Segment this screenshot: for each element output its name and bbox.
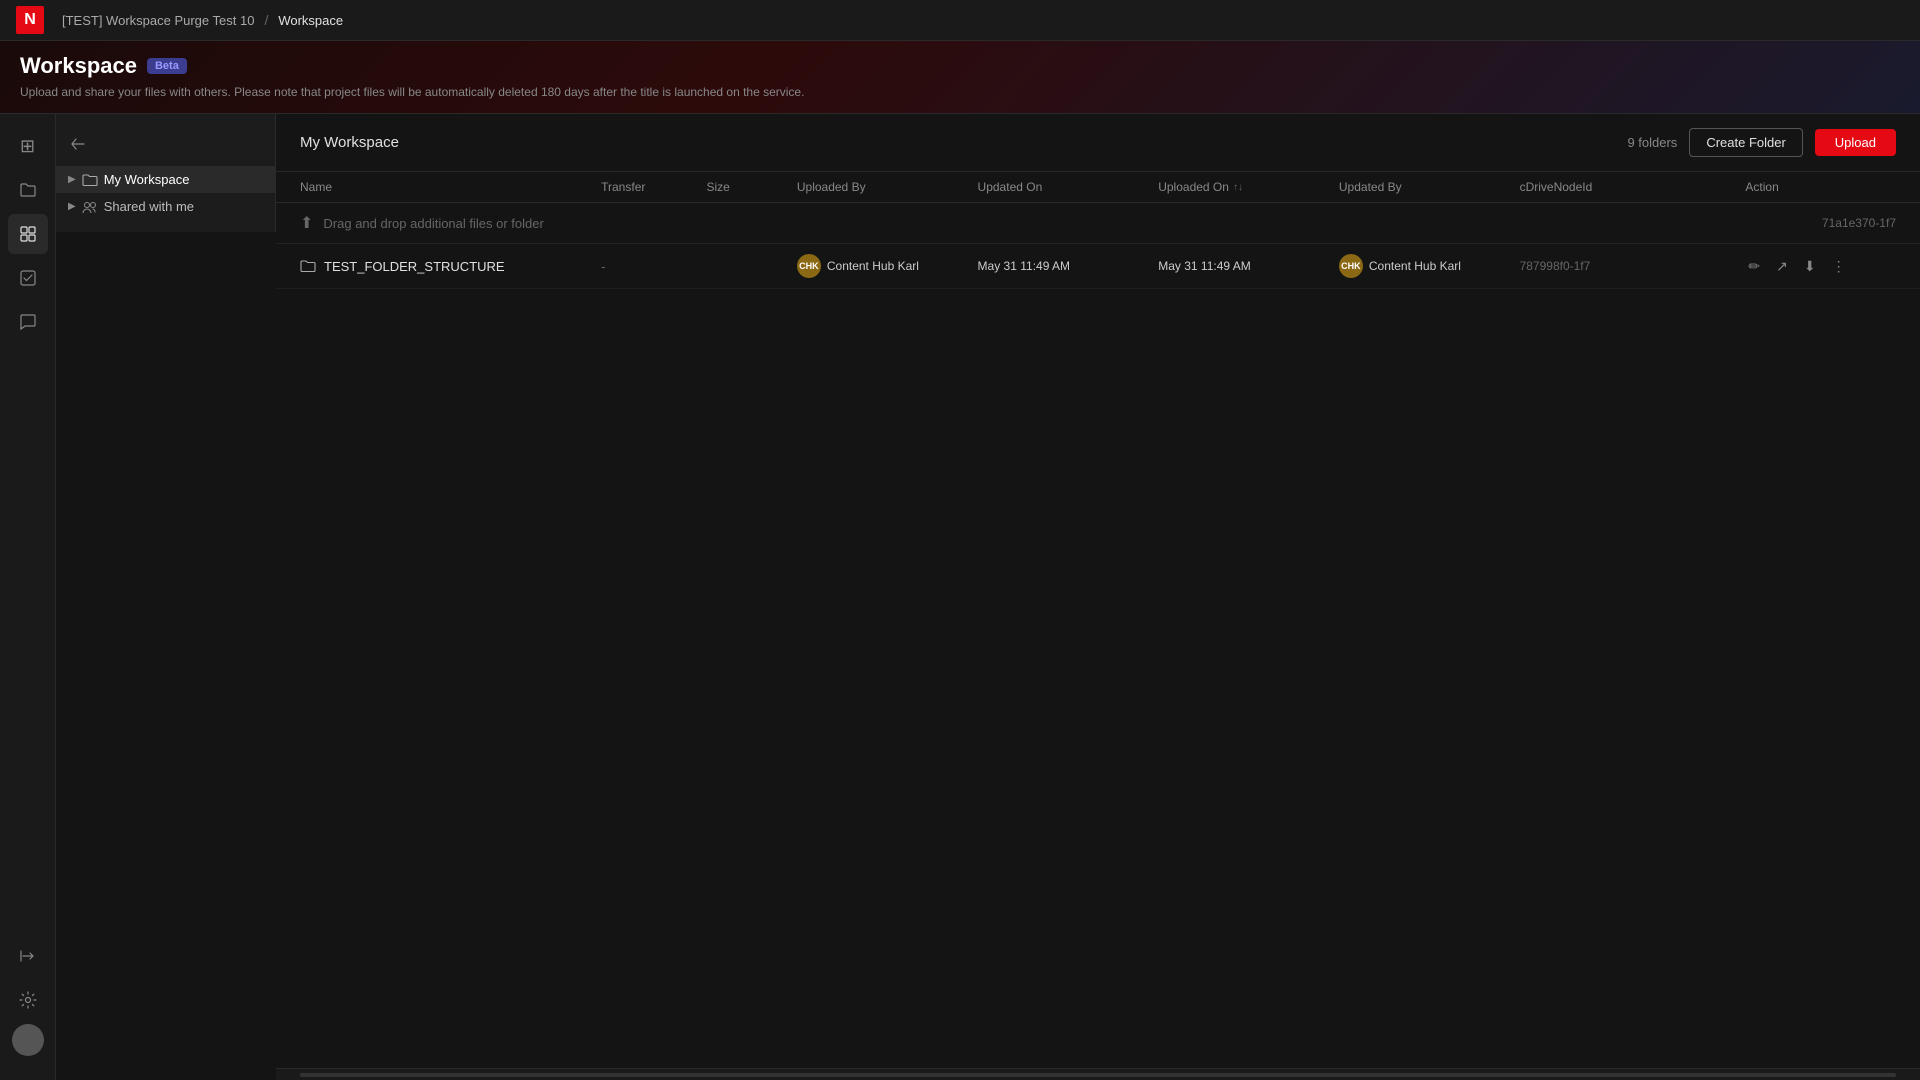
drag-drop-text: Drag and drop additional files or folder [323, 216, 543, 231]
sidebar-settings-btn[interactable] [8, 980, 48, 1020]
my-workspace-label: My Workspace [104, 172, 190, 187]
sidebar-grid-btn[interactable]: ⊞ [8, 126, 48, 166]
shared-label: Shared with me [104, 199, 194, 214]
create-folder-button[interactable]: Create Folder [1689, 128, 1802, 157]
tree-collapse-btn[interactable] [64, 130, 92, 158]
download-action-btn[interactable]: ⬇ [1801, 255, 1819, 278]
folders-count: 9 folders [1627, 135, 1677, 150]
edit-action-btn[interactable]: ✏ [1745, 255, 1763, 278]
collapse-icon [19, 947, 37, 965]
main-layout: ⊞ [0, 114, 1920, 1080]
file-tree: ▶ My Workspace ▶ Shared with me [56, 114, 276, 232]
chat-icon [19, 313, 37, 331]
uploaded-by-cell: CHK Content Hub Karl [797, 254, 978, 278]
breadcrumb-project[interactable]: [TEST] Workspace Purge Test 10 [62, 13, 254, 28]
sidebar-task-btn[interactable] [8, 258, 48, 298]
user-avatar[interactable] [12, 1024, 44, 1056]
workspace-nav-icon [19, 225, 37, 243]
sidebar-collapse-btn[interactable] [8, 936, 48, 976]
col-name: Name [300, 180, 601, 194]
settings-icon [19, 991, 37, 1009]
drag-drop-icon: ⬆ [300, 213, 313, 233]
folder-nav-icon [19, 181, 37, 199]
col-uploaded-by: Uploaded By [797, 180, 978, 194]
top-bar: N [TEST] Workspace Purge Test 10 / Works… [0, 0, 1920, 41]
task-icon [19, 269, 37, 287]
col-updated-on: Updated On [978, 180, 1159, 194]
main-content: My Workspace 9 folders Create Folder Upl… [276, 114, 1920, 1080]
col-updated-by: Updated By [1339, 180, 1520, 194]
netflix-logo: N [16, 6, 44, 34]
sidebar-chat-btn[interactable] [8, 302, 48, 342]
file-name-cell[interactable]: TEST_FOLDER_STRUCTURE [300, 259, 601, 274]
table-header: Name Transfer Size Uploaded By Updated O… [276, 172, 1920, 203]
file-table: Name Transfer Size Uploaded By Updated O… [276, 172, 1920, 1068]
updated-by-name: Content Hub Karl [1369, 259, 1461, 273]
workspace-section-title: My Workspace [300, 134, 399, 151]
page-header: Workspace Beta Upload and share your fil… [0, 41, 1920, 114]
upload-button[interactable]: Upload [1815, 129, 1896, 156]
uploaded-by-avatar: CHK [797, 254, 821, 278]
icon-sidebar: ⊞ [0, 114, 56, 1080]
tree-item-my-workspace[interactable]: ▶ My Workspace [56, 166, 275, 193]
folder-row-icon [300, 259, 316, 273]
uploaded-on: May 31 11:49 AM [1158, 259, 1339, 273]
updated-by-avatar: CHK [1339, 254, 1363, 278]
tree-item-shared[interactable]: ▶ Shared with me [56, 193, 275, 220]
beta-badge: Beta [147, 58, 187, 74]
uploaded-by-name: Content Hub Karl [827, 259, 919, 273]
page-subtitle: Upload and share your files with others.… [20, 85, 1900, 99]
scroll-track[interactable] [300, 1073, 1896, 1077]
action-cell: ✏ ↗ ⬇ ⋮ [1745, 255, 1896, 278]
my-workspace-folder-icon [82, 173, 98, 187]
drag-drop-nodeid: 71a1e370-1f7 [1822, 216, 1896, 230]
updated-on: May 31 11:49 AM [978, 259, 1159, 273]
col-size: Size [707, 180, 797, 194]
col-node-id: cDriveNodeId [1520, 180, 1746, 194]
breadcrumb-separator: / [264, 12, 268, 28]
col-uploaded-on[interactable]: Uploaded On ↑↓ [1158, 180, 1339, 194]
sidebar-workspace-btn[interactable] [8, 214, 48, 254]
breadcrumb-section: Workspace [278, 13, 343, 28]
workspace-header: My Workspace 9 folders Create Folder Upl… [276, 114, 1920, 172]
workspace-actions: 9 folders Create Folder Upload [1627, 128, 1896, 157]
share-action-btn[interactable]: ↗ [1773, 255, 1791, 278]
col-action: Action [1745, 180, 1896, 194]
sidebar-folder-btn[interactable] [8, 170, 48, 210]
bottom-bar [276, 1068, 1920, 1080]
file-name-text: TEST_FOLDER_STRUCTURE [324, 259, 505, 274]
uploaded-on-sort-icon: ↑↓ [1233, 182, 1243, 193]
my-workspace-chevron: ▶ [68, 174, 76, 185]
collapse-tree-icon [70, 136, 86, 152]
shared-chevron: ▶ [68, 201, 76, 212]
drag-drop-row[interactable]: ⬆ Drag and drop additional files or fold… [276, 203, 1920, 244]
node-id: 787998f0-1f7 [1520, 259, 1746, 273]
file-tree-container: ▶ My Workspace ▶ Shared with me [56, 114, 276, 1080]
shared-users-icon [82, 200, 98, 214]
col-transfer: Transfer [601, 180, 706, 194]
updated-by-cell: CHK Content Hub Karl [1339, 254, 1520, 278]
page-title: Workspace [20, 53, 137, 79]
more-action-btn[interactable]: ⋮ [1829, 255, 1849, 278]
file-transfer: - [601, 259, 706, 274]
table-row: TEST_FOLDER_STRUCTURE - CHK Content Hub … [276, 244, 1920, 289]
